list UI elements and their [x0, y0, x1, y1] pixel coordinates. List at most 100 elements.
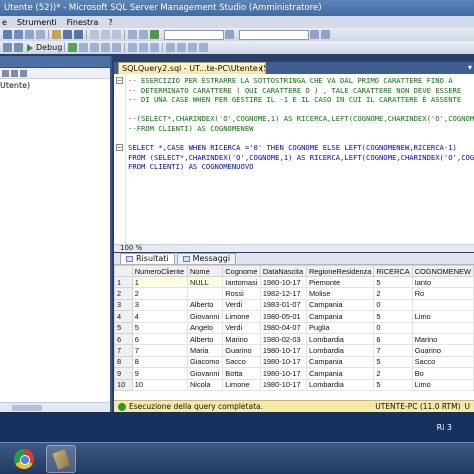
table-row[interactable]: 7 7 Maria Guarino 1980-10-17 Lombardia 7 Guarin… [114, 344, 474, 357]
object-explorer-hscrollbar[interactable] [0, 402, 110, 412]
menu-item-finestra[interactable]: Finestra [62, 18, 104, 27]
column-header[interactable]: RICERCA [373, 265, 413, 277]
start-icon[interactable] [150, 30, 159, 39]
row-number[interactable]: 3 [114, 298, 133, 312]
find-icon[interactable] [225, 30, 234, 39]
zoom-level[interactable]: 100 % [120, 244, 142, 252]
menu-item-help[interactable]: ? [103, 18, 117, 27]
intellisense-icon[interactable] [112, 43, 122, 52]
collapse-icon[interactable]: − [116, 144, 123, 151]
results-text-icon[interactable] [128, 43, 138, 52]
toolbox-icon[interactable] [321, 30, 330, 39]
grid-cell: Botta [222, 367, 261, 380]
outdent-icon[interactable] [199, 43, 209, 52]
connect-icon[interactable] [2, 69, 9, 77]
table-row[interactable]: 1 1 NULL Iantomasi 1980-10-17 Piemonte 5 Ianto [114, 275, 474, 289]
save-icon[interactable] [63, 30, 72, 39]
sql-editor[interactable]: − − -- ESERCIZIO PER ESTRARRE LA SOTTOST… [114, 74, 474, 244]
close-icon[interactable]: x [258, 63, 263, 74]
grid-cell: 1980-10-17 [259, 367, 307, 380]
disconnect-icon[interactable] [14, 43, 23, 52]
row-number[interactable]: 4 [114, 310, 133, 323]
menu-item-strumenti[interactable]: Strumenti [12, 18, 62, 27]
tab-sqlquery2[interactable]: SQLQuery2.sql - UT...te-PC\Utente (52))*… [118, 62, 266, 74]
undo-icon[interactable] [128, 30, 137, 39]
properties-icon[interactable] [310, 30, 319, 39]
table-row[interactable]: 5 5 Angelo Verdi 1980-04-07 Puglia 0 [114, 321, 474, 334]
mdx-icon[interactable] [36, 30, 45, 39]
grid-cell: Guarino [411, 344, 474, 357]
check-icon[interactable] [68, 43, 78, 52]
code-line-comment: -- DI UNA CASE WHEN PER GESTIRE IL -1 E … [128, 95, 462, 105]
column-header[interactable]: NumeroCliente [131, 265, 188, 277]
chrome-icon[interactable] [14, 449, 34, 469]
grid-cell: 2 [373, 287, 413, 300]
grid-cell: Lombardia [305, 378, 375, 391]
row-number[interactable]: 10 [114, 378, 133, 391]
table-row[interactable]: 2 2 Rossi 1982-12-17 Molise 2 Ro [114, 287, 474, 300]
paste-icon[interactable] [112, 30, 121, 39]
row-number[interactable]: 2 [114, 287, 133, 300]
row-number[interactable]: 5 [114, 321, 133, 334]
parse-icon[interactable] [79, 43, 89, 52]
row-number[interactable]: 1 [114, 275, 133, 289]
cut-icon[interactable] [90, 30, 99, 39]
results-grid-icon[interactable] [139, 43, 149, 52]
refresh-icon[interactable] [20, 69, 27, 77]
table-row[interactable]: 8 8 Giacomo Sacco 1980-10-17 Campania 5 Sacco [114, 355, 474, 369]
results-grid[interactable]: NumeroCliente Nome Cognome DataNascita Regio… [114, 265, 474, 400]
row-number[interactable]: 6 [114, 332, 133, 346]
redo-icon[interactable] [139, 30, 148, 39]
find-combo[interactable] [239, 29, 309, 40]
column-header[interactable]: RegioneResidenza [305, 265, 375, 277]
column-header[interactable]: Nome [186, 265, 224, 277]
object-explorer-server-node[interactable]: Utente) [0, 79, 110, 90]
debug-button[interactable]: Debug [24, 43, 62, 52]
uncomment-icon[interactable] [177, 43, 187, 52]
column-header[interactable]: DataNascita [259, 265, 307, 277]
analysis-icon[interactable] [25, 30, 34, 39]
row-number[interactable]: 8 [114, 355, 133, 369]
grid-cell: Ro [411, 287, 474, 300]
row-number[interactable]: 7 [114, 344, 133, 357]
open-file-icon[interactable] [52, 30, 61, 39]
ssms-taskbar-button[interactable] [46, 445, 76, 473]
collapse-icon[interactable]: − [116, 77, 123, 84]
indent-icon[interactable] [188, 43, 198, 52]
plan-icon[interactable] [90, 43, 100, 52]
table-row[interactable]: 9 9 Giovanni Botta 1980-10-17 Campania 2 Bo [114, 367, 474, 380]
grid-cell: 10 [131, 378, 188, 391]
table-row[interactable]: 10 10 Nicola Limone 1980-10-17 Lombardia 5 Limo [114, 378, 474, 391]
database-icon[interactable] [14, 30, 23, 39]
windows-taskbar [0, 442, 474, 474]
tab-risultati[interactable]: Risultati [120, 253, 175, 264]
debug-label: Debug [36, 43, 63, 52]
grid-cell: Alberto [186, 298, 224, 312]
solution-config-combo[interactable] [164, 29, 224, 40]
results-file-icon[interactable] [150, 43, 160, 52]
connect-icon[interactable] [3, 43, 12, 52]
filter-icon[interactable] [11, 69, 18, 77]
save-all-icon[interactable] [74, 30, 83, 39]
table-row[interactable]: 6 6 Alberto Marino 1980-02-03 Lombardia 6 Marin… [114, 332, 474, 346]
column-header[interactable]: COGNOMENEW [411, 265, 474, 277]
grid-cell: 1982-12-17 [259, 287, 307, 300]
grid-cell: 6 [373, 332, 413, 346]
row-number[interactable]: 9 [114, 367, 133, 380]
query-options-icon[interactable] [101, 43, 111, 52]
menu-item-edit[interactable]: e [0, 18, 12, 27]
copy-icon[interactable] [101, 30, 110, 39]
comment-icon[interactable] [166, 43, 176, 52]
new-query-icon[interactable] [3, 30, 12, 39]
grid-cell: 4 [131, 310, 188, 323]
column-header[interactable] [114, 265, 133, 277]
messages-icon [182, 256, 190, 262]
chevron-down-icon[interactable]: ▾ [468, 63, 472, 72]
table-row[interactable]: 4 4 Giovanni Limone 1980-05-01 Campania 5 Limo [114, 310, 474, 323]
table-row[interactable]: 3 3 Alberto Verdi 1983-01-07 Campania 0 [114, 298, 474, 312]
grid-cell: 2 [131, 287, 188, 300]
scrollbar-thumb[interactable] [12, 405, 42, 411]
code-line-comment: --FROM CLIENTI) AS COGNOMENEW [128, 123, 254, 133]
tab-messaggi[interactable]: Messaggi [176, 253, 237, 264]
column-header[interactable]: Cognome [222, 265, 261, 277]
